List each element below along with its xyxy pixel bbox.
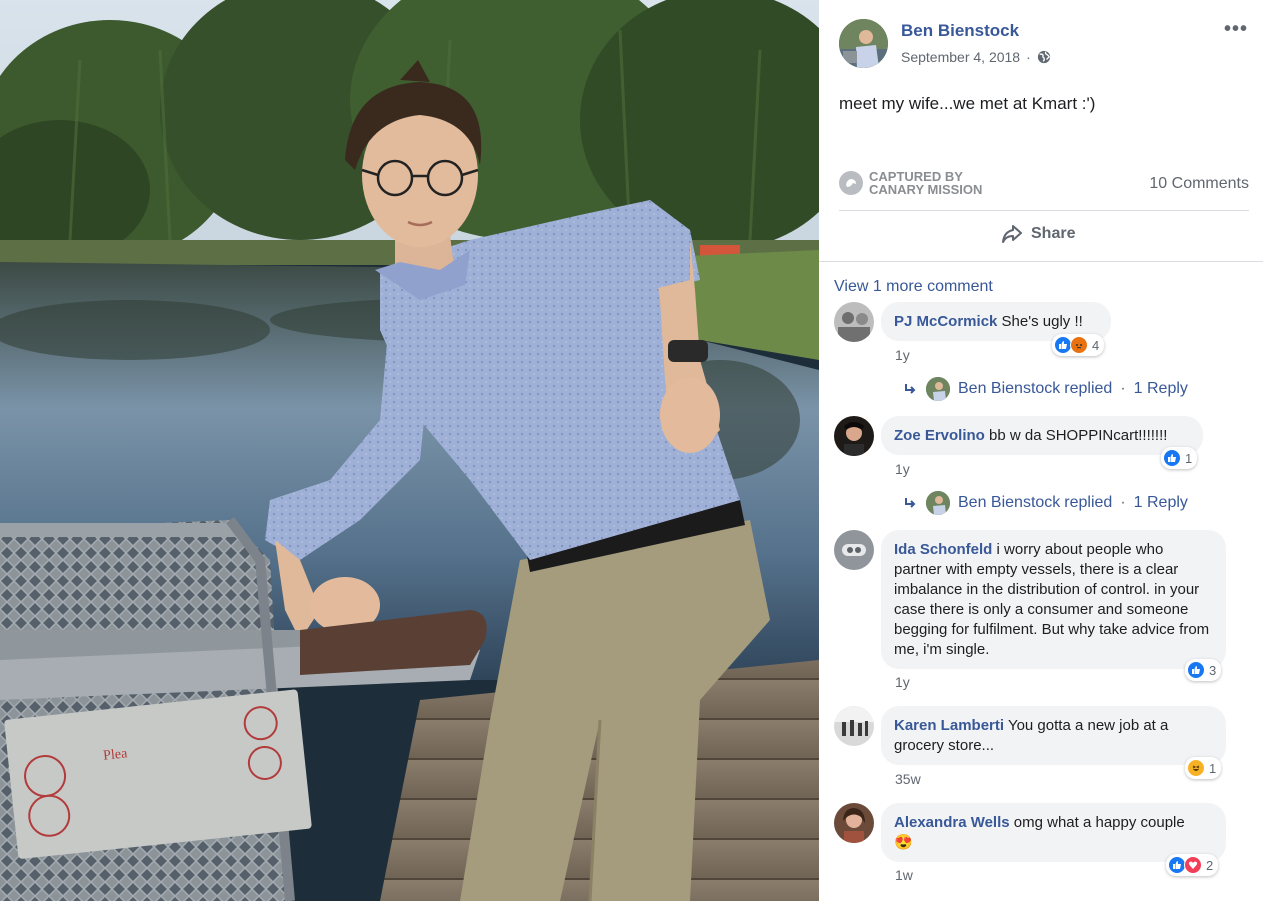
share-button[interactable]: Share: [1001, 224, 1075, 244]
reply-action: replied: [1064, 380, 1113, 397]
love-reaction-icon: [1184, 856, 1202, 874]
post-date[interactable]: September 4, 2018: [901, 49, 1020, 65]
share-label: Share: [1031, 225, 1076, 242]
divider: [839, 210, 1249, 211]
commenter-name[interactable]: Zoe Ervolino: [894, 427, 985, 444]
watermark: Captured by Canary Mission: [839, 170, 982, 196]
commenter-avatar[interactable]: [834, 803, 874, 843]
comment-count[interactable]: 10 Comments: [1149, 175, 1249, 193]
globe-icon[interactable]: [1037, 50, 1051, 64]
comment-text: She's ugly !!: [1001, 313, 1083, 330]
reaction-summary[interactable]: 3: [1185, 659, 1222, 681]
reaction-summary[interactable]: 2: [1166, 854, 1219, 876]
photo-illustration: Plea: [0, 0, 819, 901]
comment-time[interactable]: 1y: [895, 461, 910, 477]
watermark-text: Captured by Canary Mission: [869, 170, 982, 196]
like-reaction-icon: [1163, 449, 1181, 467]
reply-author: Ben Bienstock: [958, 494, 1061, 511]
reply-author-avatar: [926, 377, 950, 401]
like-reaction-icon: [1187, 661, 1205, 679]
post-details-panel: Ben Bienstock September 4, 2018 · ••• me…: [819, 0, 1263, 901]
comment-bubble: Ida Schonfeld i worry about people who p…: [881, 530, 1226, 669]
comment-time[interactable]: 1w: [895, 867, 913, 883]
date-separator: ·: [1026, 49, 1031, 65]
reaction-summary[interactable]: 1: [1185, 757, 1222, 779]
comment-text: i worry about people who partner with em…: [894, 541, 1210, 658]
comment-text: bb w da SHOPPINcart!!!!!!!: [989, 427, 1168, 444]
reaction-count: 2: [1206, 857, 1214, 873]
commenter-avatar[interactable]: [834, 530, 874, 570]
reply-count: 1 Reply: [1133, 380, 1188, 397]
comment-time[interactable]: 35w: [895, 771, 921, 787]
reaction-count: 1: [1185, 450, 1193, 466]
haha-reaction-icon: [1187, 759, 1205, 777]
commenter-avatar[interactable]: [834, 302, 874, 342]
reply-separator: ·: [1120, 380, 1126, 397]
author-avatar[interactable]: [839, 19, 888, 68]
reply-count: 1 Reply: [1133, 494, 1188, 511]
divider: [819, 261, 1263, 262]
commenter-avatar[interactable]: [834, 706, 874, 746]
reply-arrow-icon: [905, 498, 916, 508]
comment-time[interactable]: 1y: [895, 347, 910, 363]
post-viewer: Plea Ben Bienstock September 4, 2018 · •…: [0, 0, 1263, 901]
reaction-summary[interactable]: 4: [1052, 334, 1105, 356]
author-name[interactable]: Ben Bienstock: [901, 21, 1019, 41]
more-options-icon[interactable]: •••: [1224, 18, 1248, 41]
share-icon: [1002, 225, 1022, 243]
commenter-avatar[interactable]: [834, 416, 874, 456]
reaction-summary[interactable]: 1: [1161, 447, 1198, 469]
reply-author: Ben Bienstock: [958, 380, 1061, 397]
post-photo[interactable]: Plea: [0, 0, 819, 901]
watermark-line-2: Canary Mission: [869, 182, 983, 197]
commenter-name[interactable]: Alexandra Wells: [894, 814, 1010, 831]
reply-arrow-icon: [905, 384, 916, 394]
replies-link[interactable]: Ben Bienstock replied · 1 Reply: [904, 377, 1188, 401]
reaction-count: 1: [1209, 760, 1217, 776]
comment-bubble: Karen Lamberti You gotta a new job at a …: [881, 706, 1226, 765]
reaction-count: 3: [1209, 662, 1217, 678]
view-more-comments-link[interactable]: View 1 more comment: [834, 278, 993, 296]
comment-bubble: Zoe Ervolino bb w da SHOPPINcart!!!!!!!: [881, 416, 1203, 455]
reply-separator: ·: [1120, 494, 1126, 511]
post-text: meet my wife...we met at Kmart :'): [839, 94, 1096, 113]
post-meta: September 4, 2018 ·: [901, 49, 1051, 65]
commenter-name[interactable]: Ida Schonfeld: [894, 541, 992, 558]
canary-logo-icon: [839, 171, 863, 195]
reaction-count: 4: [1092, 337, 1100, 353]
svg-text:Plea: Plea: [103, 746, 129, 764]
comment-time[interactable]: 1y: [895, 674, 910, 690]
commenter-name[interactable]: PJ McCormick: [894, 313, 997, 330]
reply-action: replied: [1064, 494, 1113, 511]
commenter-name[interactable]: Karen Lamberti: [894, 717, 1004, 734]
comment-text: omg what a happy couple: [1013, 814, 1185, 831]
reply-author-avatar: [926, 491, 950, 515]
angry-reaction-icon: [1070, 336, 1088, 354]
replies-link[interactable]: Ben Bienstock replied · 1 Reply: [904, 491, 1188, 515]
heart-eyes-emoji: 😍: [894, 834, 913, 851]
